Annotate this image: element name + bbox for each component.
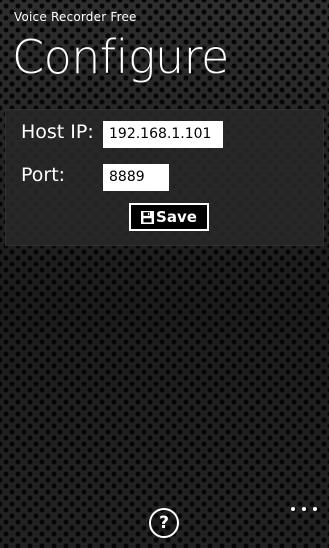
more-options-button[interactable]: [291, 502, 317, 516]
help-icon: ?: [159, 512, 169, 533]
help-button[interactable]: ?: [149, 508, 179, 538]
ellipsis-icon: [302, 507, 306, 511]
app-title: Voice Recorder Free: [14, 10, 137, 24]
save-icon: [141, 210, 155, 224]
page-title: Configure: [12, 30, 229, 84]
ellipsis-icon: [313, 507, 317, 511]
port-label: Port:: [21, 164, 66, 186]
ellipsis-icon: [291, 507, 295, 511]
port-input[interactable]: [103, 164, 169, 191]
configuration-panel: Host IP: Port: Save: [5, 109, 324, 246]
save-button-label: Save: [156, 208, 197, 226]
save-button[interactable]: Save: [129, 203, 209, 231]
host-ip-input[interactable]: [103, 121, 223, 148]
host-ip-label: Host IP:: [21, 121, 94, 143]
